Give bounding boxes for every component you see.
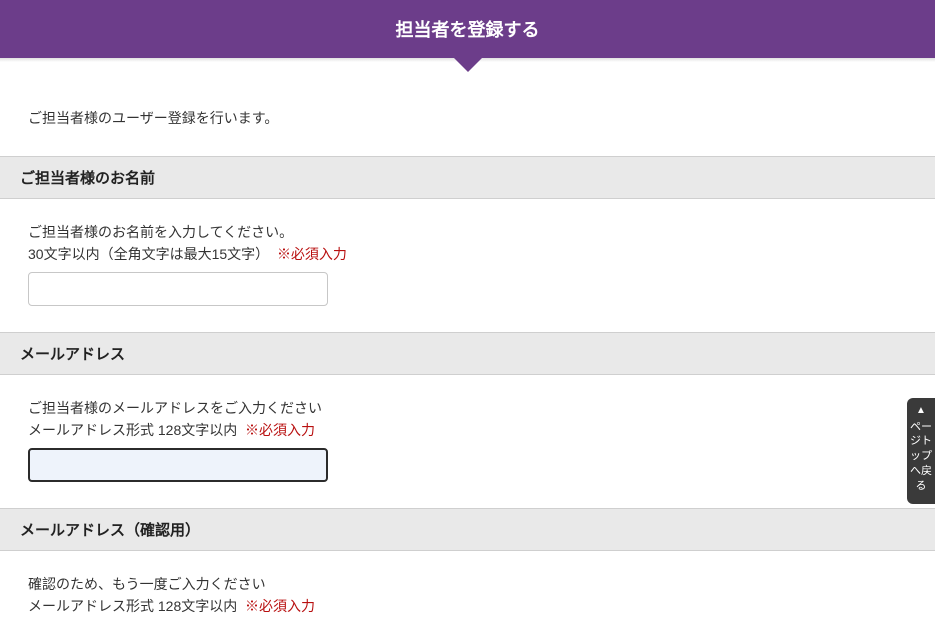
- email-confirm-constraint: メールアドレス形式 128文字以内: [28, 598, 237, 614]
- section-heading-name-text: ご担当者様のお名前: [20, 170, 155, 187]
- email-confirm-help: 確認のため、もう一度ご入力ください: [28, 573, 907, 595]
- section-heading-email-confirm: メールアドレス（確認用）: [0, 508, 935, 551]
- section-body-email: ご担当者様のメールアドレスをご入力ください メールアドレス形式 128文字以内 …: [0, 375, 935, 508]
- arrow-up-icon: ▲: [909, 404, 933, 418]
- intro-text: ご担当者様のユーザー登録を行います。: [28, 110, 278, 126]
- name-input[interactable]: [28, 272, 328, 306]
- email-constraint: メールアドレス形式 128文字以内: [28, 422, 237, 438]
- section-body-email-confirm: 確認のため、もう一度ご入力ください メールアドレス形式 128文字以内 ※必須入…: [0, 551, 935, 643]
- section-heading-email-confirm-text: メールアドレス（確認用）: [20, 522, 200, 539]
- name-required: ※必須入力: [277, 246, 347, 262]
- email-required: ※必須入力: [245, 422, 315, 438]
- page-header: 担当者を登録する: [0, 0, 935, 58]
- section-heading-email: メールアドレス: [0, 332, 935, 375]
- email-input[interactable]: [28, 448, 328, 482]
- name-constraint-line: 30文字以内（全角文字は最大15文字） ※必須入力: [28, 243, 907, 265]
- email-confirm-constraint-line: メールアドレス形式 128文字以内 ※必須入力: [28, 595, 907, 617]
- name-constraint: 30文字以内（全角文字は最大15文字）: [28, 246, 269, 262]
- page-title: 担当者を登録する: [396, 20, 540, 40]
- section-body-name: ご担当者様のお名前を入力してください。 30文字以内（全角文字は最大15文字） …: [0, 199, 935, 332]
- page-top-label: ページトップへ戻る: [910, 421, 932, 492]
- intro-block: ご担当者様のユーザー登録を行います。: [0, 62, 935, 156]
- email-help: ご担当者様のメールアドレスをご入力ください: [28, 397, 907, 419]
- email-confirm-required: ※必須入力: [245, 598, 315, 614]
- page-top-button[interactable]: ▲ ページトップへ戻る: [907, 398, 935, 504]
- section-heading-email-text: メールアドレス: [20, 346, 125, 363]
- section-heading-name: ご担当者様のお名前: [0, 156, 935, 199]
- name-help: ご担当者様のお名前を入力してください。: [28, 221, 907, 243]
- email-constraint-line: メールアドレス形式 128文字以内 ※必須入力: [28, 419, 907, 441]
